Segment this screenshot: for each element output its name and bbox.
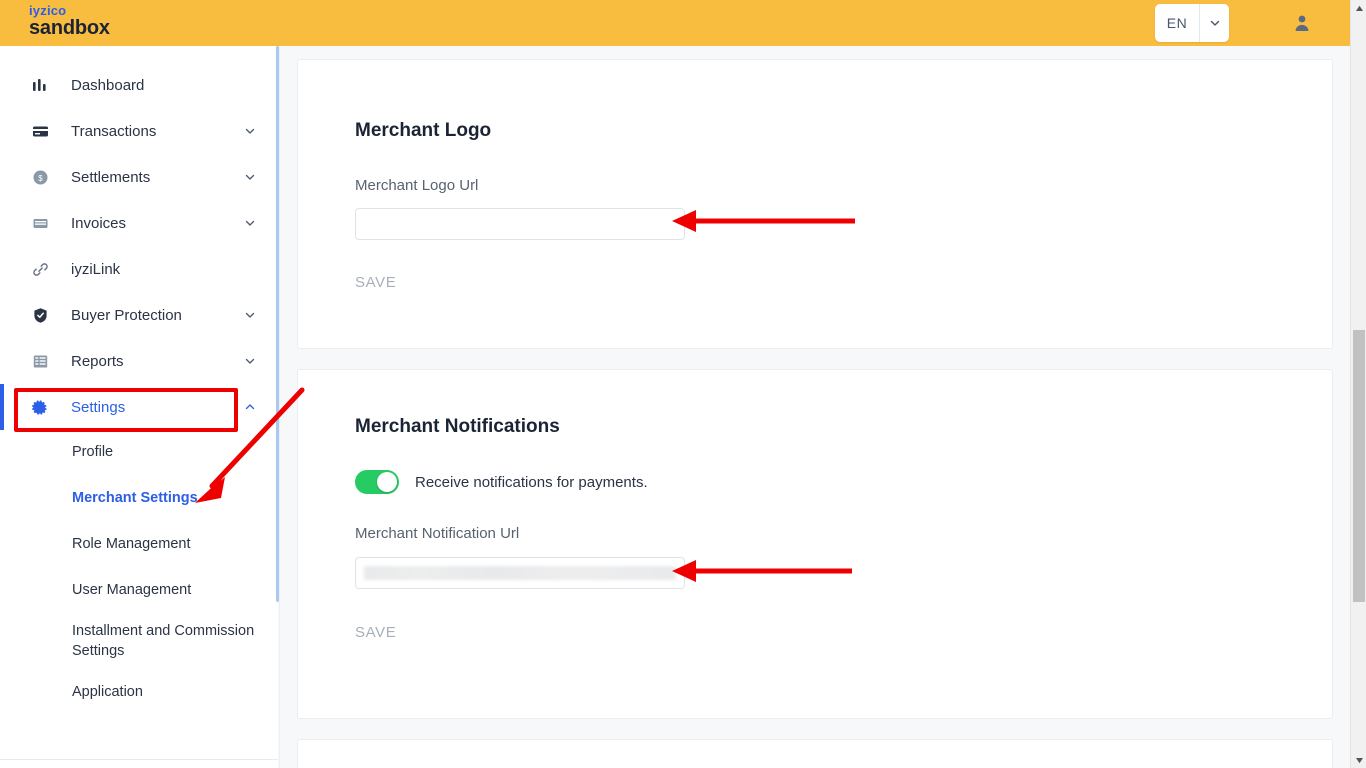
sidebar-scroll-area: Dashboard Transactions $ Settlements [0,46,278,714]
sidebar-item-label: Transactions [71,123,156,140]
sidebar-item-dashboard[interactable]: Dashboard [0,62,278,108]
save-button[interactable]: SAVE [355,274,396,291]
brand-logo-bottom: sandbox [29,18,110,38]
sidebar-item-reports[interactable]: Reports [0,338,278,384]
gear-icon [29,396,51,418]
merchant-logo-url-input[interactable] [355,208,685,240]
card-title: Merchant Logo [355,120,491,142]
notifications-toggle-row: Receive notifications for payments. [355,470,648,494]
merchant-logo-url-label: Merchant Logo Url [355,177,478,194]
receive-notifications-label: Receive notifications for payments. [415,474,648,491]
sidebar-item-label: Dashboard [71,77,144,94]
sidebar-item-settlements[interactable]: $ Settlements [0,154,278,200]
sidebar-subitem-label: User Management [72,581,191,601]
sidebar-item-transactions[interactable]: Transactions [0,108,278,154]
merchant-logo-card: Merchant Logo Merchant Logo Url SAVE [297,59,1333,349]
sidebar-subitem-label: Installment and Commission Settings [72,622,258,661]
merchant-notifications-card: Merchant Notifications Receive notificat… [297,369,1333,719]
sidebar-subitem-label: Role Management [72,535,191,555]
sidebar-item-settings[interactable]: Settings [0,384,278,430]
chevron-down-icon[interactable] [244,355,256,367]
triangle-down-icon[interactable] [1351,752,1366,768]
sidebar-scrollbar[interactable] [276,46,279,602]
page-scrollbar[interactable] [1350,0,1366,768]
merchant-notification-url-input[interactable] [355,557,685,589]
sidebar: Dashboard Transactions $ Settlements [0,46,278,768]
hide-menu-button[interactable]: Hide Menu [0,760,278,768]
sidebar-item-iyzilink[interactable]: iyziLink [0,246,278,292]
language-selector-value: EN [1155,4,1199,42]
sidebar-subitem-label: Application [72,683,143,703]
main-content: Merchant Logo Merchant Logo Url SAVE Mer… [280,46,1350,768]
sidebar-item-label: Invoices [71,215,126,232]
chevron-up-icon[interactable] [244,401,256,413]
sidebar-item-label: Buyer Protection [71,307,182,324]
credit-card-icon [29,120,51,142]
user-account-icon[interactable] [1292,13,1312,33]
chevron-down-icon[interactable] [244,217,256,229]
sidebar-subitem-user-management[interactable]: User Management [0,568,278,614]
receive-notifications-toggle[interactable] [355,470,399,494]
sidebar-subitem-role-management[interactable]: Role Management [0,522,278,568]
shield-check-icon [29,304,51,326]
sidebar-subitem-label: Profile [72,443,113,463]
chevron-down-icon[interactable] [244,309,256,321]
report-grid-icon [29,350,51,372]
sidebar-item-invoices[interactable]: Invoices [0,200,278,246]
brand-logo-top: iyzico [29,4,110,17]
sidebar-item-label: iyziLink [71,261,120,278]
save-button[interactable]: SAVE [355,624,396,641]
svg-text:$: $ [38,174,43,183]
sidebar-item-buyer-protection[interactable]: Buyer Protection [0,292,278,338]
card-title: Merchant Notifications [355,416,560,438]
sidebar-subitem-installment-commission-settings[interactable]: Installment and Commission Settings [0,614,278,670]
toggle-knob [377,472,397,492]
invoice-lines-icon [29,212,51,234]
sidebar-subitem-profile[interactable]: Profile [0,430,278,476]
bar-chart-icon [29,74,51,96]
language-selector[interactable]: EN [1155,4,1229,42]
sidebar-subitem-application[interactable]: Application [0,670,278,714]
sidebar-subitem-merchant-settings[interactable]: Merchant Settings [0,476,278,522]
app-root: iyzico sandbox EN Dashboard [0,0,1366,768]
chevron-down-icon[interactable] [244,171,256,183]
page-scrollbar-thumb[interactable] [1353,330,1365,602]
link-icon [29,258,51,280]
coin-dollar-icon: $ [29,166,51,188]
masked-value-redaction [364,566,676,580]
triangle-up-icon[interactable] [1351,0,1366,16]
next-settings-card [297,739,1333,768]
active-indicator-bar [0,384,4,430]
merchant-notification-url-label: Merchant Notification Url [355,525,519,542]
sidebar-edge-divider [279,46,280,768]
top-header: iyzico sandbox EN [0,0,1350,46]
chevron-down-icon[interactable] [1200,4,1229,42]
sidebar-item-label: Settlements [71,169,150,186]
brand-logo[interactable]: iyzico sandbox [29,4,110,38]
sidebar-item-label: Reports [71,353,124,370]
merchant-logo-url-field[interactable] [364,216,676,232]
sidebar-item-label: Settings [71,399,125,416]
sidebar-nav-list: Dashboard Transactions $ Settlements [0,46,278,714]
sidebar-subitem-label: Merchant Settings [72,489,198,509]
chevron-down-icon[interactable] [244,125,256,137]
